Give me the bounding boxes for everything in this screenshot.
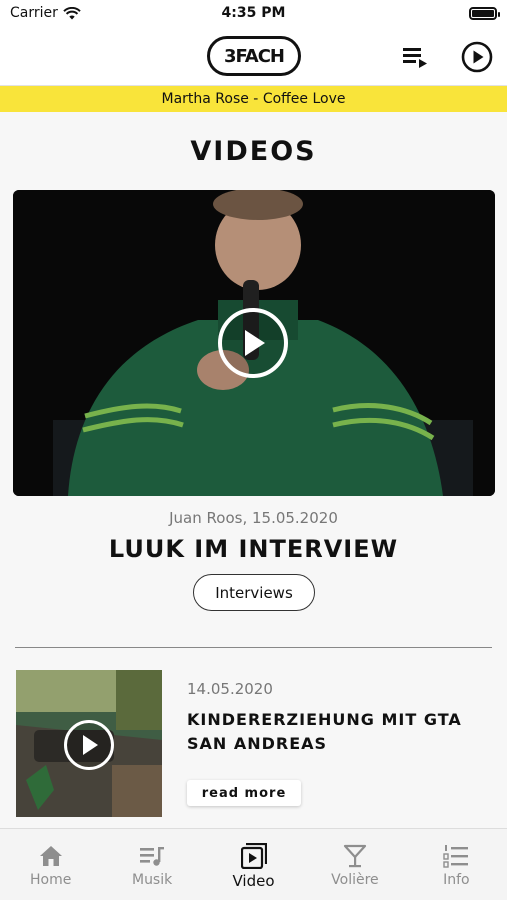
clock: 4:35 PM xyxy=(221,5,286,21)
tab-info[interactable]: Info xyxy=(406,829,507,900)
tab-label: Musik xyxy=(131,872,173,888)
tab-musik[interactable]: Musik xyxy=(101,829,202,900)
video-icon xyxy=(240,843,267,869)
play-icon xyxy=(83,735,98,755)
video-thumbnail[interactable] xyxy=(16,670,162,817)
music-list-icon xyxy=(139,843,165,869)
now-playing-text: Martha Rose - Coffee Love xyxy=(161,91,346,107)
play-video-button[interactable] xyxy=(64,720,114,770)
tab-voliere[interactable]: Volière xyxy=(304,829,405,900)
tab-label: Home xyxy=(30,872,72,888)
tab-home[interactable]: Home xyxy=(0,829,101,900)
page-title: VIDEOS xyxy=(190,136,317,167)
playlist-button[interactable] xyxy=(398,40,432,74)
videos-page: VIDEOS Juan Roos, 15.05.2020 LUUK IM INT… xyxy=(0,112,507,828)
tab-label: Info xyxy=(443,872,470,888)
home-icon xyxy=(38,843,64,869)
featured-video-thumbnail[interactable] xyxy=(13,190,495,496)
playlist-icon xyxy=(403,48,427,68)
featured-video-meta: Juan Roos, 15.05.2020 xyxy=(169,509,338,527)
play-icon xyxy=(245,330,265,356)
cocktail-icon xyxy=(342,843,368,869)
video-date: 14.05.2020 xyxy=(187,680,273,698)
video-list-item[interactable]: 14.05.2020 KINDERERZIEHUNG MIT GTA SAN A… xyxy=(0,669,507,819)
section-divider xyxy=(15,647,492,648)
category-tag-button[interactable]: Interviews xyxy=(193,574,315,611)
tab-label: Volière xyxy=(331,872,379,888)
tab-video[interactable]: Video xyxy=(203,829,304,900)
video-title[interactable]: KINDERERZIEHUNG MIT GTA SAN ANDREAS xyxy=(187,708,487,756)
numbered-list-icon xyxy=(443,843,469,869)
read-more-button[interactable]: read more xyxy=(187,780,301,806)
play-circle-icon xyxy=(461,41,493,73)
status-bar: Carrier 4:35 PM xyxy=(0,0,507,28)
battery-icon xyxy=(469,7,500,20)
now-playing-ticker[interactable]: Martha Rose - Coffee Love xyxy=(0,86,507,112)
top-navigation-bar: 3FACH xyxy=(0,28,507,86)
bottom-tab-bar: Home Musik Video Volière Info xyxy=(0,828,507,900)
featured-video-title[interactable]: LUUK IM INTERVIEW xyxy=(0,535,507,563)
tab-label: Video xyxy=(232,872,275,890)
play-video-button[interactable] xyxy=(218,308,288,378)
brand-logo[interactable]: 3FACH xyxy=(207,36,301,76)
play-stream-button[interactable] xyxy=(460,40,494,74)
